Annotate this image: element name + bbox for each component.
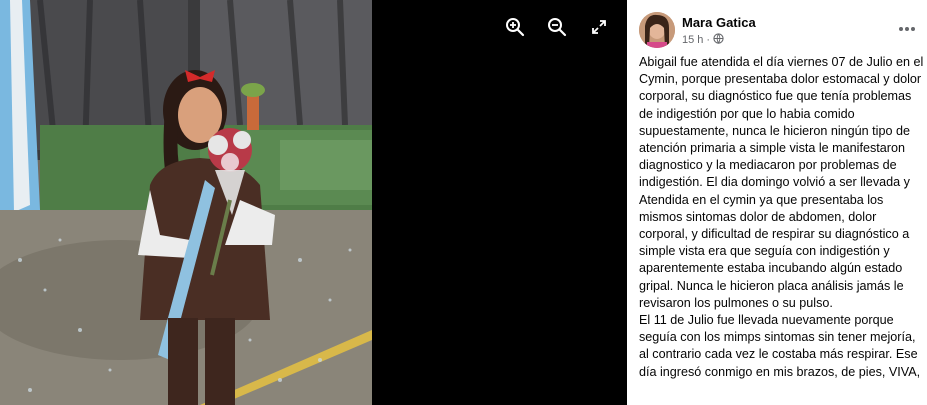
post-header: Mara Gatica 15 h ·: [639, 12, 919, 52]
avatar[interactable]: [639, 12, 675, 48]
photo-viewer-background: [372, 0, 627, 405]
zoom-out-button[interactable]: [545, 17, 569, 41]
globe-icon: [713, 33, 724, 47]
zoom-in-icon: [505, 17, 525, 42]
more-options-icon: [898, 19, 916, 37]
zoom-in-button[interactable]: [503, 17, 527, 41]
post-text: Abigail fue atendida el día viernes 07 d…: [639, 54, 926, 381]
post-paragraph: El 11 de Julio fue llevada nuevamente po…: [639, 313, 921, 379]
more-options-button[interactable]: [895, 16, 919, 40]
post-photo[interactable]: [0, 0, 372, 405]
zoom-out-icon: [547, 17, 567, 42]
fullscreen-icon: [591, 19, 607, 40]
meta-separator: ·: [706, 34, 711, 46]
post-time[interactable]: 15 h: [682, 34, 703, 46]
post-panel: Mara Gatica 15 h · Abigail fue atendida …: [627, 0, 927, 405]
post-paragraph: Abigail fue atendida el día viernes 07 d…: [639, 55, 924, 310]
post-meta: 15 h ·: [682, 33, 724, 47]
author-name[interactable]: Mara Gatica: [682, 15, 756, 30]
fullscreen-button[interactable]: [587, 17, 611, 41]
